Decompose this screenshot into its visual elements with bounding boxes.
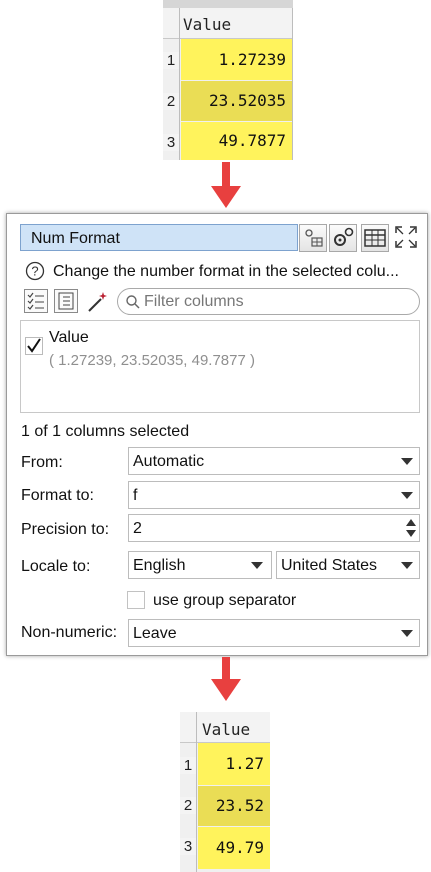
chevron-down-icon — [251, 562, 263, 569]
format-to-value: f — [133, 487, 138, 504]
row-number: 2 — [180, 797, 196, 814]
table-view-icon[interactable] — [361, 224, 389, 252]
row-number: 1 — [180, 757, 196, 774]
table-right-edge — [292, 8, 293, 160]
panel-description: Change the number format in the selected… — [53, 263, 399, 280]
language-value: English — [133, 557, 186, 574]
format-to-label: Format to: — [21, 487, 94, 504]
table-cell[interactable]: 1.27239 — [181, 39, 292, 80]
table-cell[interactable]: 49.79 — [198, 827, 270, 869]
group-separator-label: use group separator — [153, 592, 297, 609]
column-header[interactable]: Value — [163, 8, 293, 39]
non-numeric-label: Non-numeric: — [21, 624, 118, 641]
chevron-down-icon — [401, 458, 413, 465]
column-header-label: Value — [183, 15, 232, 34]
row-number: 3 — [163, 134, 179, 151]
group-separator-checkbox[interactable] — [127, 591, 145, 609]
num-format-panel: Num Format ? Change the number format in… — [6, 213, 428, 656]
checklist-icon[interactable] — [24, 289, 48, 313]
selection-status: 1 of 1 columns selected — [21, 423, 190, 440]
table-cell[interactable]: 23.52035 — [181, 81, 292, 121]
non-numeric-dropdown[interactable]: Leave — [128, 619, 420, 647]
expand-icon[interactable] — [393, 224, 421, 252]
node-settings-icon[interactable] — [299, 224, 327, 252]
format-to-dropdown[interactable]: f — [128, 481, 420, 509]
row-number: 3 — [180, 838, 196, 855]
chevron-down-icon — [401, 492, 413, 499]
list-icon[interactable] — [54, 289, 78, 313]
column-sample-values: ( 1.27239, 23.52035, 49.7877 ) — [49, 352, 256, 369]
svg-text:?: ? — [31, 264, 38, 279]
country-value: United States — [281, 557, 378, 574]
panel-title[interactable]: Num Format — [20, 224, 298, 251]
column-header[interactable]: Value — [180, 712, 270, 743]
toolbar-strip — [163, 0, 293, 8]
country-dropdown[interactable]: United States — [276, 551, 420, 579]
table-divider — [179, 8, 180, 160]
input-table: Value 1 1.27239 2 23.52035 3 49.7877 — [163, 0, 293, 160]
chevron-down-icon — [401, 562, 413, 569]
search-icon — [126, 295, 140, 309]
chevron-down-icon — [401, 630, 413, 637]
row-number: 2 — [163, 93, 179, 110]
table-cell[interactable]: 23.52 — [198, 786, 270, 826]
precision-to-label: Precision to: — [21, 521, 110, 538]
filter-placeholder: Filter columns — [144, 293, 244, 310]
table-cell[interactable]: 49.7877 — [181, 122, 292, 160]
table-divider — [196, 712, 197, 872]
row-number: 1 — [163, 52, 179, 69]
gear-icon[interactable] — [329, 224, 357, 252]
column-header-label: Value — [202, 720, 251, 739]
table-cell[interactable]: 1.27 — [198, 743, 270, 785]
from-dropdown[interactable]: Automatic — [128, 447, 420, 475]
spin-down-icon[interactable] — [405, 529, 417, 539]
locale-to-label: Locale to: — [21, 558, 91, 575]
from-label: From: — [21, 454, 63, 471]
column-name: Value — [49, 329, 89, 346]
spin-up-icon[interactable] — [405, 517, 417, 527]
filter-columns-input[interactable]: Filter columns — [117, 288, 420, 315]
precision-value: 2 — [133, 520, 142, 537]
precision-spinbox[interactable]: 2 — [128, 514, 420, 542]
column-list: Value ( 1.27239, 23.52035, 49.7877 ) — [20, 320, 420, 413]
language-dropdown[interactable]: English — [128, 551, 272, 579]
help-icon[interactable]: ? — [25, 261, 45, 281]
magic-wand-icon[interactable] — [85, 289, 111, 315]
non-numeric-value: Leave — [133, 625, 177, 642]
column-checkbox[interactable] — [25, 337, 43, 355]
output-table: Value 1 1.27 2 23.52 3 49.79 — [180, 712, 270, 872]
from-value: Automatic — [133, 453, 205, 470]
